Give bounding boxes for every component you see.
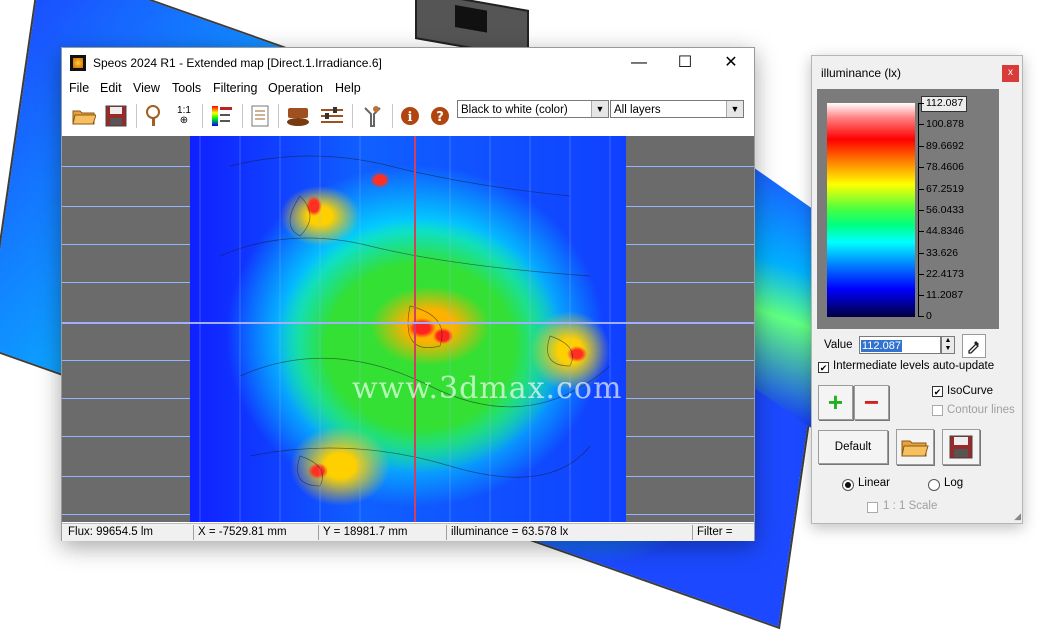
default-button[interactable]: Default [818, 430, 888, 464]
isocurve-checkbox[interactable]: ✔ [932, 386, 943, 397]
status-illuminance: illuminance = 63.578 lx [446, 525, 568, 540]
value-stepper[interactable]: ▲ ▼ [941, 336, 955, 354]
map-viewport[interactable]: www.3dmax.com [62, 136, 754, 522]
report-icon[interactable] [246, 102, 274, 130]
linear-radio[interactable] [842, 479, 854, 491]
scale-label: 44.8346 [926, 225, 964, 237]
settings-lines-icon[interactable] [318, 102, 346, 130]
scale-1-1-icon[interactable]: 1:1 ⊕ [170, 102, 198, 130]
minimize-button[interactable]: — [616, 48, 662, 78]
tools-icon[interactable] [358, 102, 386, 130]
status-filter: Filter = [692, 525, 732, 540]
remove-level-button[interactable]: − [854, 385, 889, 420]
max-colorbar-icon[interactable] [208, 102, 236, 130]
scale-label: 67.2519 [926, 183, 964, 195]
menu-tools[interactable]: Tools [172, 81, 201, 95]
value-field[interactable]: 112.087 [859, 336, 941, 354]
scale-label: 11.2087 [926, 289, 964, 301]
chevron-down-icon[interactable]: ▼ [726, 101, 743, 117]
layer-icon[interactable] [284, 102, 312, 130]
menu-edit[interactable]: Edit [100, 81, 122, 95]
speos-app-icon [70, 55, 86, 71]
cursor-crosshair-horizontal [62, 322, 754, 324]
isocurve-grid [199, 136, 611, 522]
open-folder-icon[interactable] [70, 102, 98, 130]
scale-label: 0 [926, 310, 932, 322]
one-to-one-scale-checkbox[interactable] [867, 502, 878, 513]
save-icon[interactable] [942, 429, 980, 465]
close-icon[interactable]: x [1002, 65, 1019, 82]
color-scale[interactable]: 112.087 100.878 89.6692 78.4606 67.2519 … [817, 89, 999, 329]
isocurve-label: IsoCurve [947, 385, 994, 397]
color-gradient-bar[interactable] [827, 103, 915, 317]
one-to-one-scale-label: 1 : 1 Scale [883, 500, 938, 512]
scale-label: 78.4606 [926, 161, 964, 173]
panel-title: illuminance (lx) [821, 66, 902, 80]
zoom-icon[interactable] [140, 102, 168, 130]
menu-filtering[interactable]: Filtering [213, 81, 257, 95]
status-bar: Flux: 99654.5 lm X = -7529.81 mm Y = 189… [62, 523, 754, 541]
menu-view[interactable]: View [133, 81, 160, 95]
scale-label: 89.6692 [926, 140, 964, 152]
layer-select[interactable]: All layers ▼ [610, 100, 744, 118]
scale-label: 22.4173 [926, 268, 964, 280]
menu-help[interactable]: Help [335, 81, 361, 95]
help-icon[interactable]: ? [426, 102, 454, 130]
scale-label: 100.878 [926, 118, 964, 130]
chevron-down-icon[interactable]: ▼ [591, 101, 608, 117]
eyedropper-icon[interactable] [962, 334, 986, 358]
title-bar[interactable]: Speos 2024 R1 - Extended map [Direct.1.I… [62, 48, 754, 78]
scale-label: 112.087 [926, 97, 964, 109]
scale-label: 33.626 [926, 247, 959, 259]
intermediate-levels-label: Intermediate levels auto-update [833, 360, 995, 372]
svg-text:i: i [408, 110, 413, 125]
menu-file[interactable]: File [69, 81, 89, 95]
palette-select[interactable]: Black to white (color) ▼ [457, 100, 609, 118]
menu-bar: File Edit View Tools Filtering Operation… [62, 78, 754, 98]
scale-label: 56.0433 [926, 204, 964, 216]
status-flux: Flux: 99654.5 lm [68, 526, 154, 538]
maximize-button[interactable]: ☐ [662, 48, 708, 78]
open-folder-icon[interactable] [896, 429, 934, 465]
cursor-crosshair-vertical [414, 136, 416, 522]
resize-grip-icon[interactable]: ◢ [1014, 511, 1021, 522]
add-level-button[interactable]: + [818, 385, 853, 420]
watermark: www.3dmax.com [352, 371, 623, 406]
status-y: Y = 18981.7 mm [318, 525, 408, 540]
svg-text:?: ? [436, 110, 444, 125]
status-x: X = -7529.81 mm [193, 525, 287, 540]
contour-lines-label: Contour lines [947, 404, 1015, 416]
info-icon[interactable]: i [396, 102, 424, 130]
menu-operation[interactable]: Operation [268, 81, 323, 95]
linear-label: Linear [858, 477, 890, 489]
value-label: Value [824, 339, 853, 351]
extended-map-window: Speos 2024 R1 - Extended map [Direct.1.I… [61, 47, 755, 541]
close-button[interactable]: ✕ [708, 48, 754, 78]
log-radio[interactable] [928, 479, 940, 491]
contour-lines-checkbox[interactable] [932, 405, 943, 416]
log-label: Log [944, 477, 964, 489]
window-title: Speos 2024 R1 - Extended map [Direct.1.I… [93, 56, 382, 70]
intermediate-levels-checkbox[interactable]: ✔ [818, 362, 829, 373]
save-icon[interactable] [102, 102, 130, 130]
illuminance-scale-panel: illuminance (lx) x 112.087 100.878 89.66… [811, 55, 1023, 524]
illuminance-map[interactable] [190, 136, 626, 522]
